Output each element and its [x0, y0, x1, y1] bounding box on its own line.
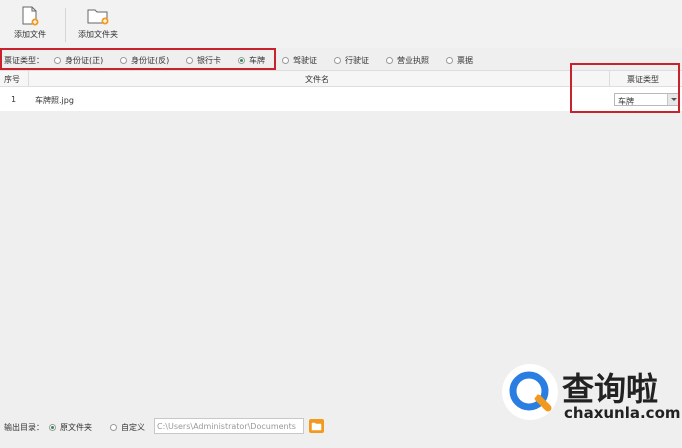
radio-original-folder[interactable]: 原文件夹: [49, 422, 92, 433]
radio-circle[interactable]: [110, 424, 117, 431]
radio-circle[interactable]: [54, 57, 61, 64]
radio-custom-folder[interactable]: 自定义: [110, 422, 145, 433]
file-table: 序号 文件名 票证类型 1 车牌照.jpg 车牌: [0, 70, 682, 403]
add-folder-icon: [87, 9, 109, 25]
radio-circle[interactable]: [386, 57, 393, 64]
radio-circle[interactable]: [186, 57, 193, 64]
radio-vehicle-license[interactable]: 行驶证: [334, 55, 369, 66]
add-file-button[interactable]: 添加文件: [14, 6, 46, 40]
add-folder-button[interactable]: 添加文件夹: [78, 6, 118, 40]
output-label: 输出目录：: [4, 423, 44, 432]
radio-bank-card[interactable]: 银行卡: [186, 55, 221, 66]
chevron-down-icon[interactable]: [667, 94, 679, 105]
add-folder-label: 添加文件夹: [78, 30, 118, 39]
radio-label: 行驶证: [345, 56, 369, 65]
radio-id-front[interactable]: 身份证(正): [54, 55, 103, 66]
output-path-input[interactable]: [154, 418, 304, 434]
table-header: 序号 文件名 票证类型: [0, 71, 682, 87]
doc-type-label: 票证类型：: [4, 56, 44, 65]
doc-type-bar: 票证类型： 身份证(正) 身份证(反) 银行卡 车牌 驾驶证 行驶证 营业执照 …: [0, 50, 682, 70]
column-divider[interactable]: [609, 71, 610, 86]
toolbar-divider: [65, 8, 66, 42]
header-seq: 序号: [4, 75, 20, 84]
radio-label: 自定义: [121, 423, 145, 432]
radio-id-back[interactable]: 身份证(反): [120, 55, 169, 66]
radio-circle-selected[interactable]: [49, 424, 56, 431]
row-type-value: 车牌: [618, 97, 634, 106]
radio-label: 驾驶证: [293, 56, 317, 65]
radio-label: 银行卡: [197, 56, 221, 65]
folder-icon: [311, 422, 322, 431]
toolbar: 添加文件 添加文件夹: [0, 0, 682, 48]
radio-circle[interactable]: [282, 57, 289, 64]
radio-driver-license[interactable]: 驾驶证: [282, 55, 317, 66]
chaxunla-logo-icon: [502, 364, 558, 420]
radio-license-plate[interactable]: 车牌: [238, 55, 265, 66]
radio-business-license[interactable]: 营业执照: [386, 55, 429, 66]
header-filename: 文件名: [305, 75, 329, 84]
add-file-label: 添加文件: [14, 30, 46, 39]
row-seq: 1: [11, 95, 17, 104]
radio-label: 身份证(正): [65, 56, 104, 65]
watermark-url: chaxunla.com: [564, 404, 681, 422]
table-row[interactable]: 1 车牌照.jpg 车牌: [0, 87, 682, 111]
radio-label: 身份证(反): [131, 56, 170, 65]
watermark: 查询啦 chaxunla.com: [500, 360, 681, 430]
radio-label: 原文件夹: [60, 423, 92, 432]
radio-circle-selected[interactable]: [238, 57, 245, 64]
radio-circle[interactable]: [446, 57, 453, 64]
radio-circle[interactable]: [334, 57, 341, 64]
radio-circle[interactable]: [120, 57, 127, 64]
radio-label: 营业执照: [397, 56, 429, 65]
radio-receipt[interactable]: 票据: [446, 55, 473, 66]
radio-label: 票据: [457, 56, 473, 65]
radio-label: 车牌: [249, 56, 265, 65]
browse-folder-button[interactable]: [309, 419, 324, 433]
row-filename: 车牌照.jpg: [35, 96, 74, 105]
add-file-icon: [22, 6, 39, 26]
column-divider[interactable]: [28, 71, 29, 86]
row-type-select[interactable]: 车牌: [614, 93, 680, 106]
header-type: 票证类型: [627, 75, 659, 84]
